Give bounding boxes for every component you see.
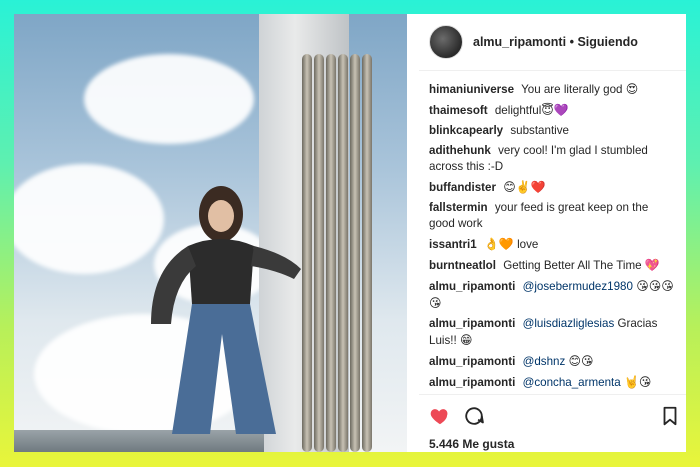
cloud (84, 54, 254, 144)
pipe (326, 54, 336, 452)
comment-text: delightful (494, 104, 542, 117)
comment-username[interactable]: burntneatlol (429, 259, 496, 272)
bookmark-icon[interactable] (659, 405, 681, 427)
comment: thaimesoft delightful😇💜 (429, 102, 676, 119)
comment-text: substantive (510, 124, 569, 137)
comment-mention[interactable]: @luisdiazliglesias (523, 317, 615, 330)
header-separator: • (569, 35, 574, 49)
comment-icon[interactable] (463, 405, 485, 427)
heart-icon[interactable] (429, 405, 451, 427)
comment: fallstermin your feed is great keep on t… (429, 200, 676, 232)
post-side-panel: almu_ripamonti • Siguiendo himaniunivers… (419, 14, 686, 452)
comment-mention[interactable]: @concha_armenta (523, 376, 621, 389)
comment: blinkcapearly substantive (429, 123, 676, 139)
comment-username[interactable]: blinkcapearly (429, 124, 503, 137)
follow-status[interactable]: Siguiendo (577, 35, 637, 49)
comment-username[interactable]: almu_ripamonti (429, 280, 515, 293)
comment-text: Getting Better All The Time (503, 259, 642, 272)
comment: almu_ripamonti @luisdiazliglesias Gracia… (429, 316, 676, 349)
comment-emoji: 👌🧡 (483, 237, 514, 251)
comment-emoji: 😁 (459, 333, 473, 347)
comment: burntneatlol Getting Better All The Time… (429, 257, 676, 274)
comment-emoji: 😍 (625, 82, 639, 96)
comment: issantri1 👌🧡 love (429, 236, 676, 253)
comment-username[interactable]: himaniuniverse (429, 83, 514, 96)
comment-emoji: 😊😘 (568, 354, 594, 368)
comment: himaniuniverse You are literally god 😍 (429, 81, 676, 98)
avatar[interactable] (429, 25, 463, 59)
comment: almu_ripamonti @concha_armenta 🤘😘 (429, 374, 676, 391)
woman-figure (151, 186, 301, 434)
comment: adithehunk very cool! I'm glad I stumble… (429, 143, 676, 175)
comment-username[interactable]: almu_ripamonti (429, 355, 515, 368)
comment-emoji: 😊✌️❤️ (503, 180, 546, 194)
comment-text: love (517, 238, 539, 251)
comment: almu_ripamonti @dshnz 😊😘 (429, 353, 676, 370)
comment-username[interactable]: buffandister (429, 181, 496, 194)
comment-mention[interactable]: @dshnz (523, 355, 566, 368)
comment-username[interactable]: thaimesoft (429, 104, 488, 117)
comments-list: himaniuniverse You are literally god 😍 t… (419, 71, 686, 391)
pipe (350, 54, 360, 452)
instagram-post-frame: almu_ripamonti • Siguiendo himaniunivers… (14, 14, 686, 452)
comment-emoji: 😇💜 (541, 103, 569, 117)
comment-username[interactable]: adithehunk (429, 144, 491, 157)
comment: almu_ripamonti @josebermudez1980 😘😘😘😘 (429, 278, 676, 312)
comment-username[interactable]: fallstermin (429, 201, 488, 214)
comment-mention[interactable]: @josebermudez1980 (523, 280, 633, 293)
post-photo[interactable] (14, 14, 407, 452)
comment-text: You are literally god (521, 83, 623, 96)
comment-emoji: 💖 (644, 258, 660, 272)
comment-emoji: 🤘😘 (623, 375, 652, 389)
post-actions: 5.446 Me gusta (419, 394, 686, 452)
like-count[interactable]: 5.446 Me gusta (429, 437, 514, 451)
comment-username[interactable]: almu_ripamonti (429, 317, 515, 330)
post-header: almu_ripamonti • Siguiendo (419, 14, 686, 71)
pipe (338, 54, 348, 452)
pipe (362, 54, 372, 452)
comment-username[interactable]: issantri1 (429, 238, 477, 251)
header-text: almu_ripamonti • Siguiendo (473, 35, 638, 49)
comment-username[interactable]: almu_ripamonti (429, 376, 515, 389)
header-username[interactable]: almu_ripamonti (473, 35, 566, 49)
comment: buffandister 😊✌️❤️ (429, 179, 676, 196)
